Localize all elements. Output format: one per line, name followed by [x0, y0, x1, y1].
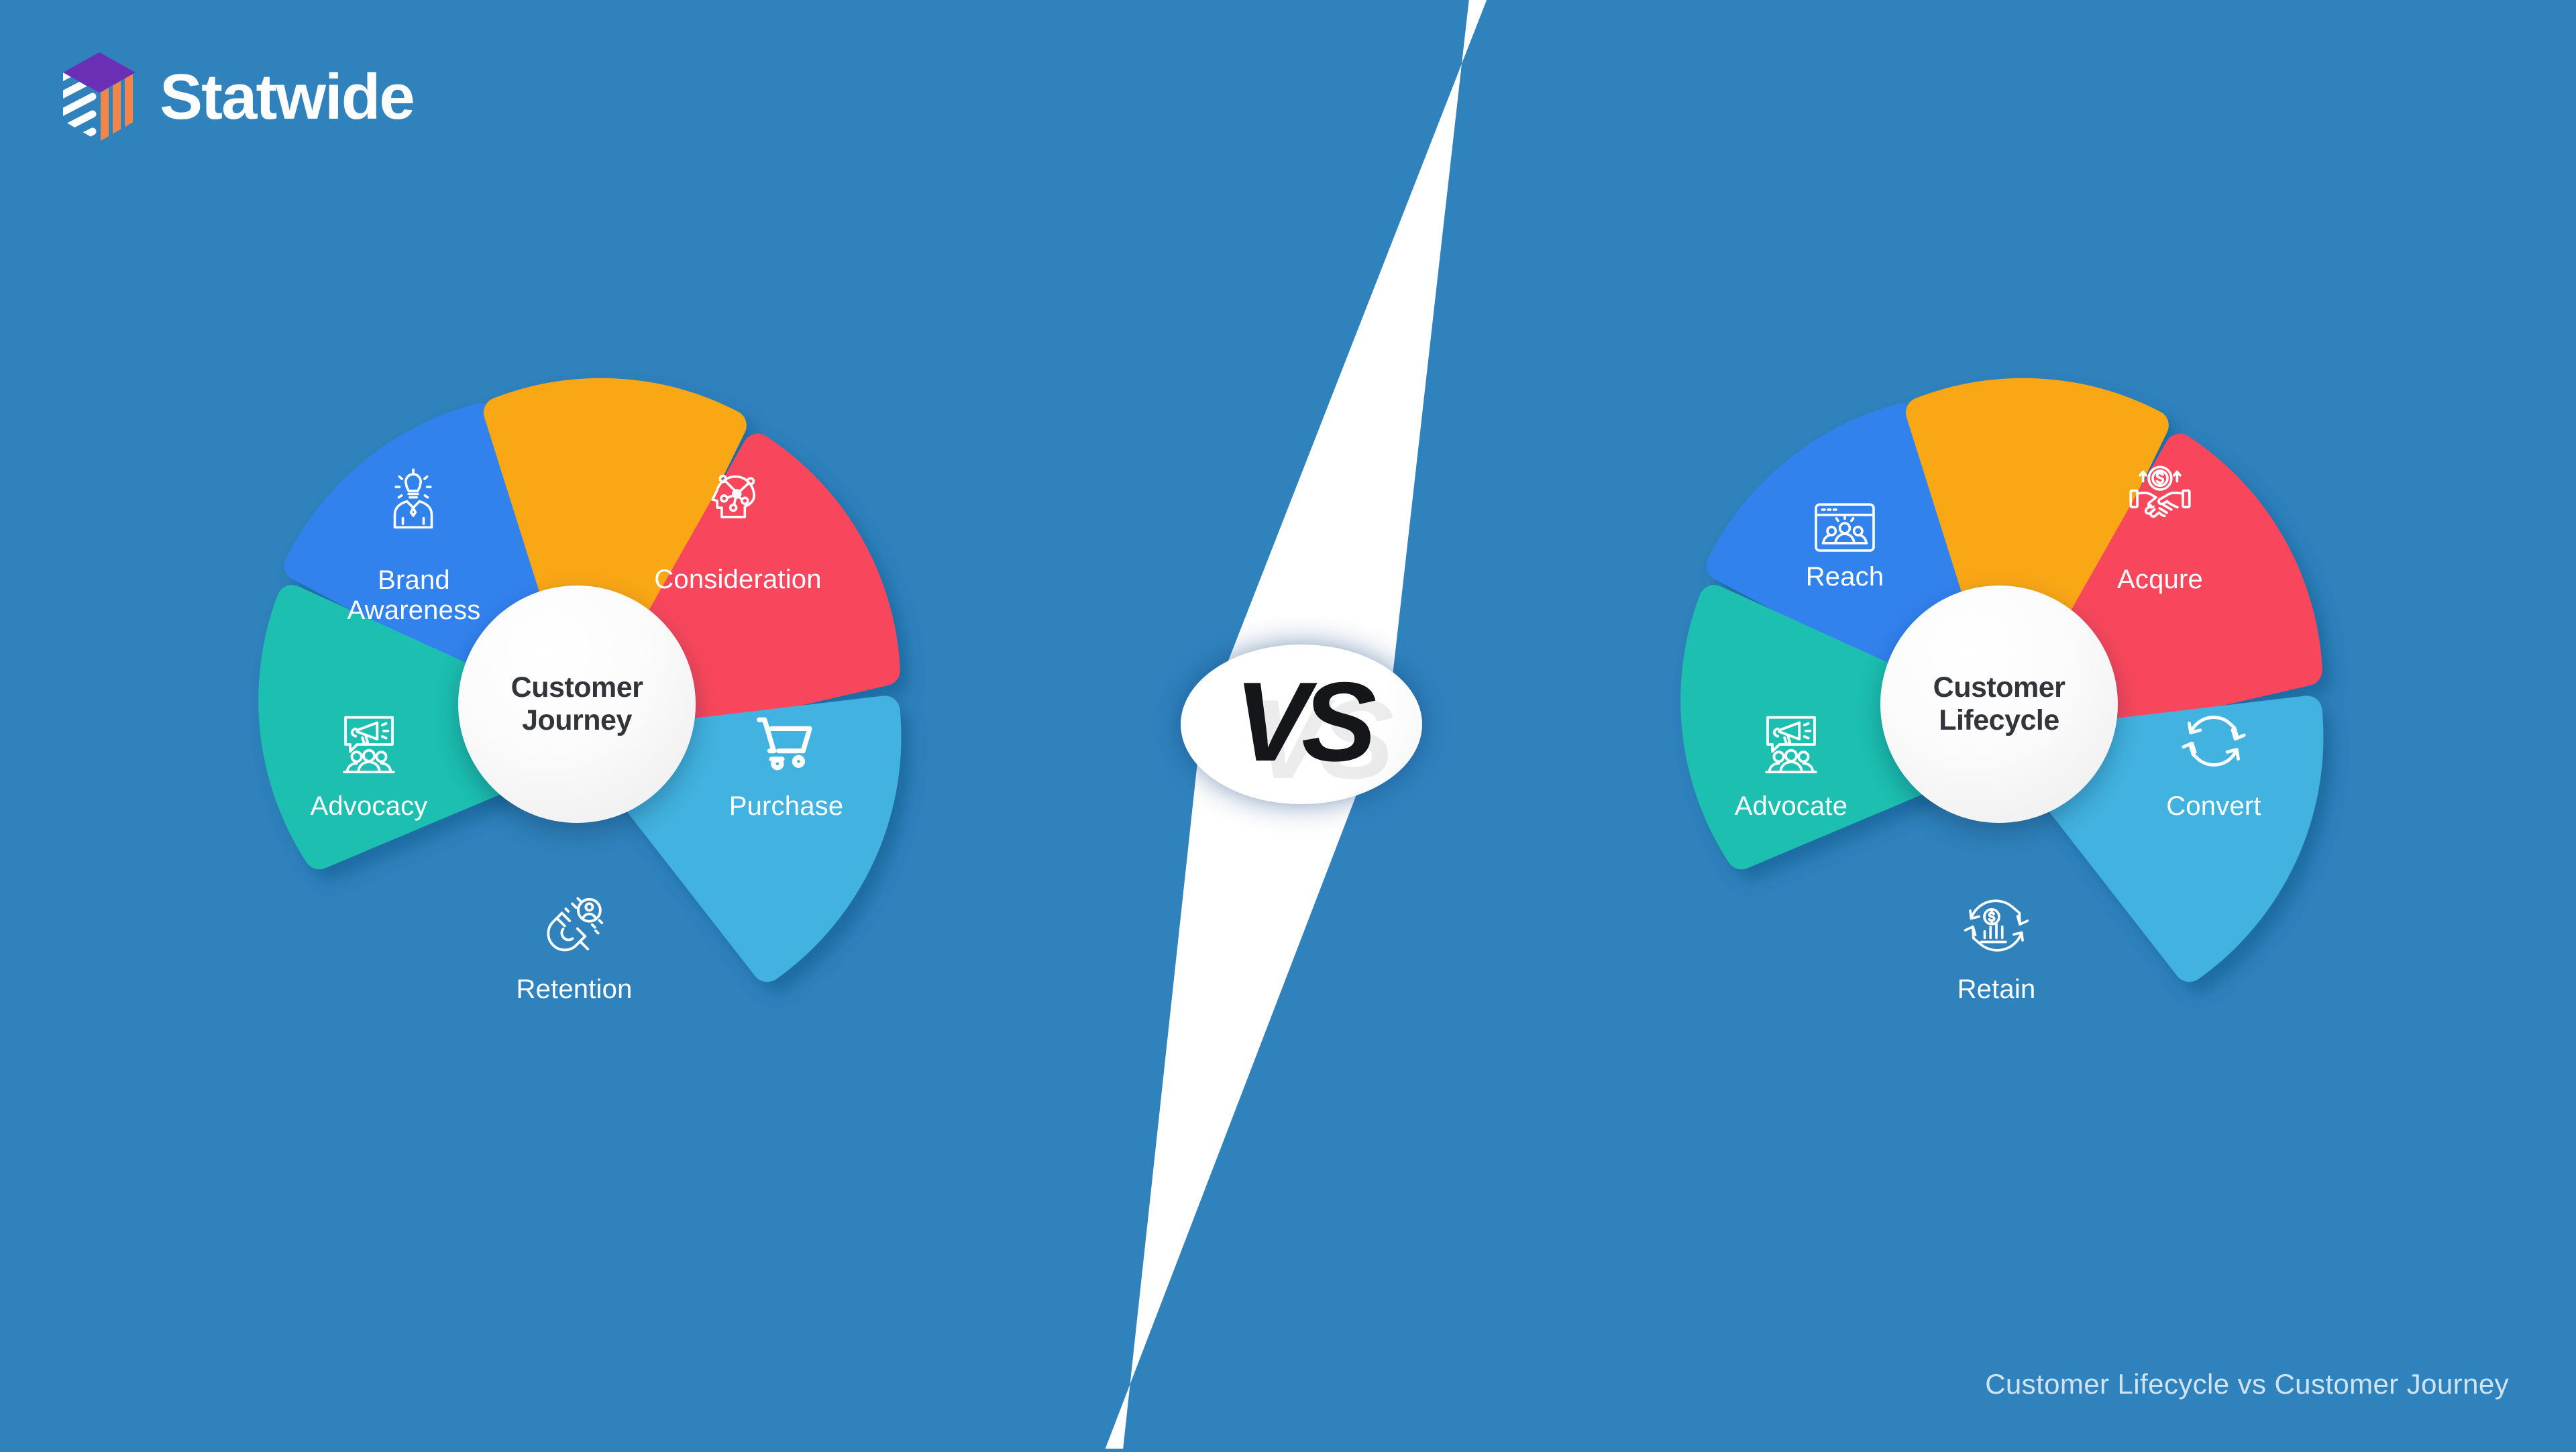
infographic-canvas: Statwide Customer Journey Brand Awarenes… — [0, 0, 2576, 1452]
isometric-cube-logo-icon — [60, 47, 141, 148]
megaphone-people-icon — [1754, 707, 1829, 782]
hub-title-line-1: Customer — [511, 671, 643, 704]
versus-circle: VS — [1181, 645, 1422, 804]
head-network-icon — [701, 463, 775, 537]
magnet-user-icon — [537, 888, 612, 963]
slice-label-brand-awareness: Brand Awareness — [347, 565, 481, 625]
hub-title-line-2: Lifecycle — [1939, 704, 2059, 736]
hub-title-line-2: Journey — [522, 704, 632, 736]
slice-label-purchase: Purchase — [729, 791, 844, 821]
lifecycle-hub: Customer Lifecycle — [1880, 585, 2118, 823]
browser-people-icon — [1808, 493, 1882, 567]
shopping-cart-icon — [749, 707, 824, 782]
slice-label-retention: Retention — [516, 974, 633, 1004]
customer-journey-wheel: Customer Journey Brand Awareness Conside… — [201, 329, 953, 1080]
versus-badge: VS — [1174, 640, 1429, 808]
footer-caption: Customer Lifecycle vs Customer Journey — [1985, 1368, 2509, 1400]
customer-lifecycle-wheel: Customer Lifecycle Reach Acqure Convert … — [1623, 329, 2375, 1080]
versus-label: VS — [1234, 659, 1377, 785]
slice-label-advocacy: Advocacy — [310, 791, 428, 821]
slice-label-reach: Reach — [1805, 562, 1884, 592]
brand-logo: Statwide — [60, 47, 415, 148]
megaphone-people-icon — [331, 707, 407, 782]
slice-label-advocate: Advocate — [1734, 791, 1848, 821]
handshake-dollar-icon — [2123, 460, 2198, 535]
slice-label-retain: Retain — [1957, 974, 2036, 1004]
slice-label-convert: Convert — [2166, 791, 2261, 821]
lightbulb-person-icon — [376, 463, 450, 537]
slice-label-consideration: Consideration — [654, 565, 822, 594]
refresh-cycle-icon — [2176, 704, 2251, 779]
brand-name: Statwide — [160, 61, 415, 133]
slice-label-acqure: Acqure — [2117, 565, 2203, 594]
cycle-coin-chart-icon — [1959, 888, 2034, 963]
hub-title-line-1: Customer — [1933, 671, 2065, 704]
